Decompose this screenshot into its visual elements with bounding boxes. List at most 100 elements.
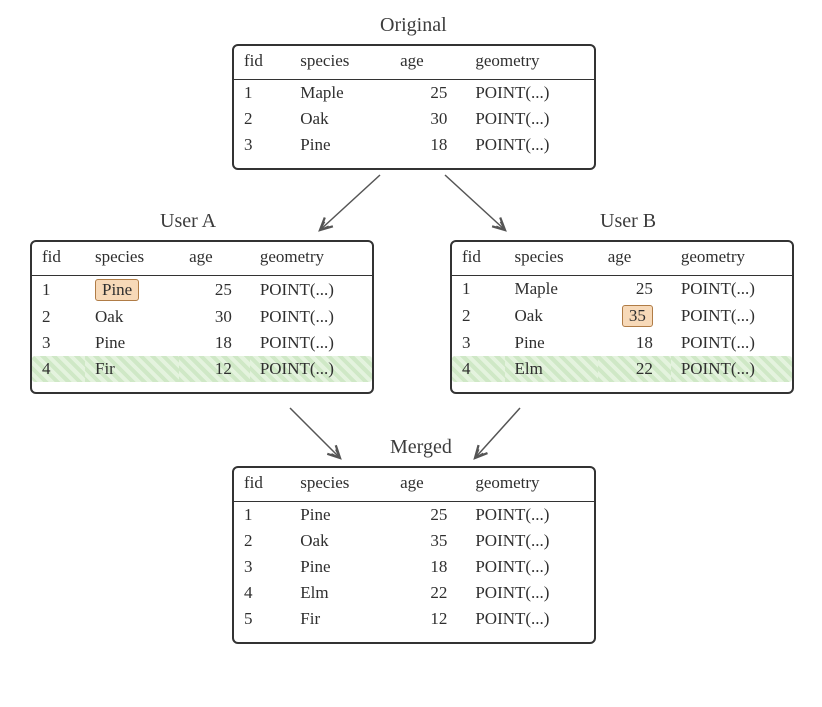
cell-age: 25 (390, 502, 465, 528)
cell-fid: 3 (32, 330, 85, 356)
table-row: 1Maple25POINT(...) (452, 276, 792, 302)
cell-species: Fir (290, 606, 390, 632)
table-row: 3Pine18POINT(...) (234, 132, 594, 158)
label-original: Original (380, 14, 447, 37)
cell-geometry: POINT(...) (250, 330, 372, 356)
header-fid: fid (32, 242, 85, 276)
table-row: 2Oak30POINT(...) (234, 106, 594, 132)
cell-geometry: POINT(...) (465, 502, 594, 528)
cell-age: 30 (390, 106, 465, 132)
header-fid: fid (234, 46, 290, 80)
cell-geometry: POINT(...) (671, 302, 792, 330)
label-merged: Merged (390, 436, 452, 459)
cell-fid: 5 (234, 606, 290, 632)
header-geometry: geometry (250, 242, 372, 276)
cell-age: 18 (390, 132, 465, 158)
cell-species: Oak (85, 304, 179, 330)
cell-age: 25 (390, 80, 465, 106)
cell-species: Oak (505, 302, 598, 330)
cell-geometry: POINT(...) (250, 304, 372, 330)
label-user-b: User B (600, 210, 656, 233)
cell-geometry: POINT(...) (250, 356, 372, 382)
table-row: 1Pine25POINT(...) (234, 502, 594, 528)
header-geometry: geometry (465, 46, 594, 80)
table-row: 2Oak35POINT(...) (452, 302, 792, 330)
cell-species: Pine (85, 330, 179, 356)
cell-fid: 4 (234, 580, 290, 606)
header-fid: fid (452, 242, 505, 276)
cell-species: Pine (290, 554, 390, 580)
cell-species: Oak (290, 106, 390, 132)
cell-species: Pine (290, 502, 390, 528)
cell-age: 22 (598, 356, 671, 382)
cell-geometry: POINT(...) (671, 276, 792, 302)
cell-geometry: POINT(...) (465, 580, 594, 606)
table-merged: fid species age geometry 1Pine25POINT(..… (232, 466, 596, 644)
header-age: age (390, 468, 465, 502)
cell-species: Pine (290, 132, 390, 158)
header-age: age (598, 242, 671, 276)
cell-fid: 1 (234, 502, 290, 528)
cell-age: 12 (390, 606, 465, 632)
cell-species: Maple (290, 80, 390, 106)
table-row: 2Oak30POINT(...) (32, 304, 372, 330)
cell-geometry: POINT(...) (465, 528, 594, 554)
label-user-a: User A (160, 210, 216, 233)
cell-species: Pine (85, 276, 179, 304)
cell-species: Pine (505, 330, 598, 356)
cell-geometry: POINT(...) (465, 80, 594, 106)
cell-fid: 2 (32, 304, 85, 330)
table-row-added: 4Elm22POINT(...) (452, 356, 792, 382)
cell-age: 35 (598, 302, 671, 330)
cell-fid: 1 (32, 276, 85, 304)
highlight-change: Pine (95, 279, 139, 301)
cell-fid: 2 (452, 302, 505, 330)
cell-fid: 2 (234, 106, 290, 132)
header-species: species (85, 242, 179, 276)
cell-age: 18 (390, 554, 465, 580)
cell-geometry: POINT(...) (465, 106, 594, 132)
arrow-icon (475, 408, 520, 458)
cell-fid: 1 (452, 276, 505, 302)
cell-fid: 4 (32, 356, 85, 382)
cell-age: 22 (390, 580, 465, 606)
header-age: age (179, 242, 250, 276)
header-geometry: geometry (671, 242, 792, 276)
cell-geometry: POINT(...) (671, 356, 792, 382)
cell-species: Maple (505, 276, 598, 302)
header-species: species (290, 468, 390, 502)
cell-age: 18 (598, 330, 671, 356)
arrow-icon (290, 408, 340, 458)
cell-species: Oak (290, 528, 390, 554)
cell-geometry: POINT(...) (465, 606, 594, 632)
table-row: 4Elm22POINT(...) (234, 580, 594, 606)
arrow-icon (320, 175, 380, 230)
cell-species: Fir (85, 356, 179, 382)
table-row: 3Pine18POINT(...) (32, 330, 372, 356)
cell-age: 35 (390, 528, 465, 554)
cell-geometry: POINT(...) (671, 330, 792, 356)
table-row: 1Maple25POINT(...) (234, 80, 594, 106)
cell-geometry: POINT(...) (465, 554, 594, 580)
table-original: fid species age geometry 1Maple25POINT(.… (232, 44, 596, 170)
cell-species: Elm (290, 580, 390, 606)
header-species: species (505, 242, 598, 276)
table-row: 3Pine18POINT(...) (452, 330, 792, 356)
cell-fid: 2 (234, 528, 290, 554)
cell-species: Elm (505, 356, 598, 382)
table-row-added: 4Fir12POINT(...) (32, 356, 372, 382)
cell-age: 25 (598, 276, 671, 302)
cell-fid: 3 (234, 554, 290, 580)
cell-geometry: POINT(...) (250, 276, 372, 304)
table-row: 2Oak35POINT(...) (234, 528, 594, 554)
cell-fid: 3 (452, 330, 505, 356)
table-row: 3Pine18POINT(...) (234, 554, 594, 580)
cell-age: 30 (179, 304, 250, 330)
cell-fid: 4 (452, 356, 505, 382)
header-age: age (390, 46, 465, 80)
table-user-a: fid species age geometry 1Pine25POINT(..… (30, 240, 374, 394)
header-fid: fid (234, 468, 290, 502)
cell-fid: 1 (234, 80, 290, 106)
cell-age: 18 (179, 330, 250, 356)
cell-age: 25 (179, 276, 250, 304)
